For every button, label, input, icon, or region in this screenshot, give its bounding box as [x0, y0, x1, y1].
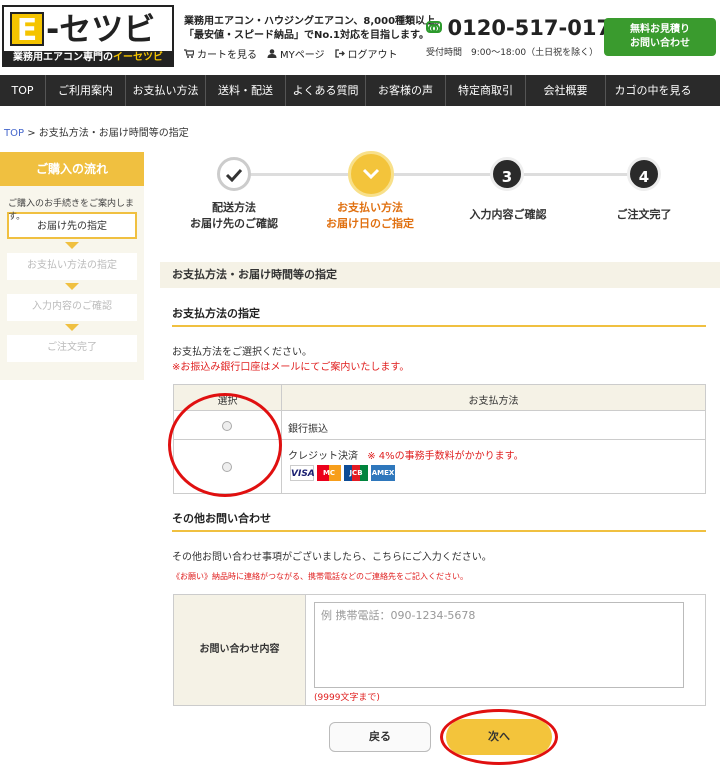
- amex-icon: AMEX: [371, 465, 395, 481]
- card-logos: VISA MC JCB AMEX: [290, 465, 395, 481]
- mypage-link[interactable]: MYページ: [267, 46, 325, 61]
- cart-link[interactable]: カートを見る: [184, 46, 257, 61]
- nav-reviews[interactable]: お客様の声: [366, 75, 446, 106]
- sidebar-step-confirm: 入力内容のご確認: [7, 294, 137, 321]
- contact-button[interactable]: 無料お見積り お問い合わせ: [604, 18, 716, 56]
- breadcrumb-current: お支払方法・お届け時間等の指定: [38, 128, 189, 139]
- step-4-number: 4: [627, 157, 661, 191]
- nav-shipping[interactable]: 送料・配送: [206, 75, 286, 106]
- tagline: 業務用エアコン・ハウジングエアコン、8,000種類以上。 「最安値・スピード納品…: [184, 16, 446, 41]
- step-2-chevron-down-icon: [348, 151, 394, 197]
- breadcrumb: TOP > お支払方法・お届け時間等の指定: [4, 128, 189, 139]
- inquiry-table: お問い合わせ内容 例 携帯電話：090-1234-5678 (9999文字まで): [173, 594, 706, 706]
- cart-icon: [184, 49, 194, 58]
- mastercard-icon: MC: [317, 465, 341, 481]
- inquiry-textarea[interactable]: 例 携帯電話：090-1234-5678: [314, 602, 684, 688]
- char-limit: (9999文字まで): [314, 693, 380, 703]
- phone-number[interactable]: 0120-517-017: [426, 16, 611, 40]
- step-4-label: ご注文完了: [616, 208, 672, 221]
- option-bank-transfer: 銀行振込: [288, 424, 328, 435]
- section-title: お支払方法・お届け時間等の指定: [160, 262, 720, 288]
- sidebar-step-complete: ご注文完了: [7, 335, 137, 362]
- nav-guide[interactable]: ご利用案内: [46, 75, 126, 106]
- highlight-circle-radios: [168, 393, 282, 497]
- step-3-number: 3: [490, 157, 524, 191]
- nav-top[interactable]: TOP: [0, 75, 46, 106]
- sidebar-title: ご購入の流れ: [0, 152, 144, 186]
- nav-cart[interactable]: カゴの中を見る: [606, 75, 700, 106]
- inquiry-instruction: その他お問い合わせ事項がございましたら、こちらにご入力ください。: [172, 552, 492, 563]
- logo-letter: E: [10, 12, 44, 48]
- user-icon: [267, 49, 277, 58]
- sidebar-arrow-icon: [65, 324, 79, 331]
- nav-company[interactable]: 会社概要: [526, 75, 606, 106]
- sidebar-arrow-icon: [65, 242, 79, 249]
- progress-line: [236, 173, 646, 176]
- payment-instruction: お支払方法をご選択ください。: [172, 347, 312, 358]
- step-1-check-icon: [217, 157, 251, 191]
- logout-icon: [334, 49, 345, 58]
- visa-icon: VISA: [290, 465, 315, 481]
- nav-legal[interactable]: 特定商取引: [446, 75, 526, 106]
- purchase-flow-sidebar: ご購入の流れ ご購入のお手続きをご案内します。 お届け先の指定 お支払い方法の指…: [0, 152, 144, 380]
- logout-link[interactable]: ログアウト: [334, 46, 398, 61]
- progress-steps: 配送方法 お届け先のご確認 お支払い方法 お届け日のご指定 3 入力内容ご確認 …: [160, 150, 720, 250]
- logo-text: -セツビ: [46, 10, 156, 48]
- sidebar-arrow-icon: [65, 283, 79, 290]
- header-links: カートを見る MYページ ログアウト: [184, 46, 398, 61]
- nav-faq[interactable]: よくある質問: [286, 75, 366, 106]
- step-2-label: お支払い方法 お届け日のご指定: [326, 201, 414, 230]
- step-3-label: 入力内容ご確認: [469, 208, 547, 221]
- inquiry-note: 《お願い》納品時に連絡がつながる、携帯電話などのご連絡先をご記入ください。: [172, 572, 468, 581]
- col-method-header: お支払方法: [468, 396, 519, 407]
- highlight-circle-next: [440, 709, 558, 765]
- site-header: E -セツビ 業務用エアコン専門のイーセツビ 業務用エアコン・ハウジングエアコン…: [0, 0, 720, 75]
- site-logo[interactable]: E -セツビ 業務用エアコン専門のイーセツビ: [2, 5, 174, 67]
- inquiry-label: お問い合わせ内容: [174, 595, 306, 705]
- business-hours: 受付時間 9:00～18:00（土日祝を除く）: [426, 48, 599, 58]
- logo-subtitle: 業務用エアコン専門のイーセツビ: [4, 51, 172, 65]
- payment-note: ※お振込み銀行口座はメールにてご案内いたします。: [172, 362, 410, 373]
- inquiry-heading: その他お問い合わせ: [172, 510, 706, 532]
- sidebar-step-delivery: お届け先の指定: [7, 212, 137, 239]
- main-nav: TOP ご利用案内 お支払い方法 送料・配送 よくある質問 お客様の声 特定商取…: [0, 75, 720, 106]
- payment-heading: お支払方法の指定: [172, 305, 706, 327]
- sidebar-step-payment: お支払い方法の指定: [7, 253, 137, 280]
- step-1-label: 配送方法 お届け先のご確認: [190, 201, 278, 230]
- jcb-icon: JCB: [344, 465, 368, 481]
- nav-payment[interactable]: お支払い方法: [126, 75, 206, 106]
- freedial-icon: [426, 21, 442, 33]
- option-credit-card: クレジット決済 ※ 4%の事務手数料がかかります。: [288, 451, 524, 462]
- back-button[interactable]: 戻る: [329, 722, 431, 752]
- sidebar-desc: ご購入のお手続きをご案内します。: [8, 199, 135, 222]
- breadcrumb-top[interactable]: TOP: [4, 128, 24, 139]
